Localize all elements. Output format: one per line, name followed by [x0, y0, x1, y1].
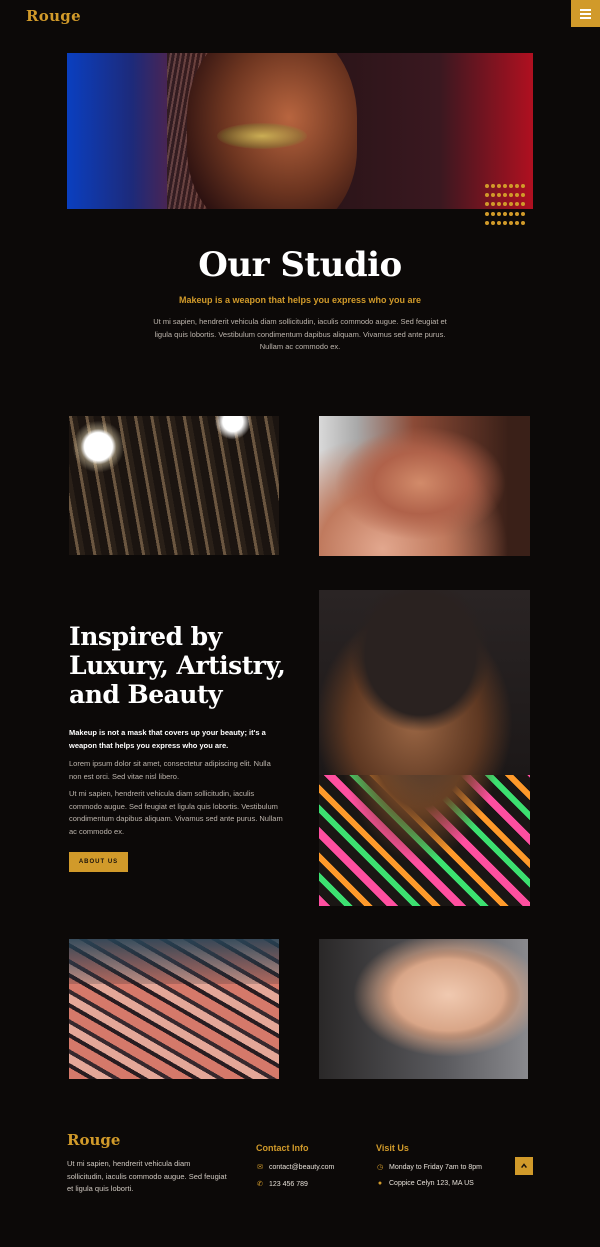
back-to-top-button[interactable] — [515, 1157, 533, 1175]
envelope-icon: ✉ — [257, 1164, 263, 1171]
contact-heading: Contact Info — [256, 1143, 309, 1153]
clock-icon: ◷ — [376, 1164, 384, 1171]
inspired-lead: Makeup is not a mask that covers up your… — [69, 728, 266, 750]
footer-logo[interactable]: Rouge — [67, 1131, 120, 1149]
contact-email-row[interactable]: ✉ contact@beauty.com — [256, 1163, 334, 1172]
contact-email[interactable]: contact@beauty.com — [269, 1164, 334, 1171]
visit-address: Coppice Celyn 123, MA US — [389, 1180, 474, 1187]
visit-hours-row: ◷ Monday to Friday 7am to 8pm — [376, 1163, 482, 1172]
body-paint-portrait-photo — [319, 590, 530, 906]
inspired-title: Inspired by Luxury, Artistry, and Beauty — [69, 622, 286, 709]
about-us-button[interactable]: ABOUT US — [69, 852, 128, 872]
chevron-up-icon — [521, 1163, 527, 1169]
makeup-palettes-photo — [69, 939, 279, 1079]
inspired-paragraph-1: Lorem ipsum dolor sit amet, consectetur … — [69, 759, 271, 781]
hamburger-icon — [580, 8, 591, 11]
site-header: Rouge — [0, 0, 600, 34]
studio-subtitle: Makeup is a weapon that helps you expres… — [178, 295, 422, 305]
visit-heading: Visit Us — [376, 1143, 409, 1153]
brand-logo[interactable]: Rouge — [26, 7, 81, 25]
phone-icon: ✆ — [257, 1181, 263, 1188]
makeup-station-photo — [69, 416, 279, 555]
woman-applying-makeup-photo — [319, 939, 528, 1079]
eyeliner-application-photo — [319, 416, 530, 556]
footer-text: Ut mi sapien, hendrerit vehicula diam so… — [67, 1159, 227, 1193]
hero-image — [67, 53, 533, 209]
contact-phone[interactable]: 123 456 789 — [269, 1181, 308, 1188]
visit-hours: Monday to Friday 7am to 8pm — [389, 1163, 482, 1171]
studio-body: Ut mi sapien, hendrerit vehicula diam so… — [153, 317, 447, 351]
contact-phone-row[interactable]: ✆ 123 456 789 — [256, 1180, 308, 1189]
studio-title: Our Studio — [198, 245, 402, 285]
location-pin-icon: ● — [377, 1180, 383, 1187]
menu-button[interactable] — [571, 0, 600, 27]
dots-decoration — [483, 184, 527, 228]
inspired-paragraph-2: Ut mi sapien, hendrerit vehicula diam so… — [69, 789, 283, 836]
visit-address-row: ● Coppice Celyn 123, MA US — [376, 1180, 474, 1187]
